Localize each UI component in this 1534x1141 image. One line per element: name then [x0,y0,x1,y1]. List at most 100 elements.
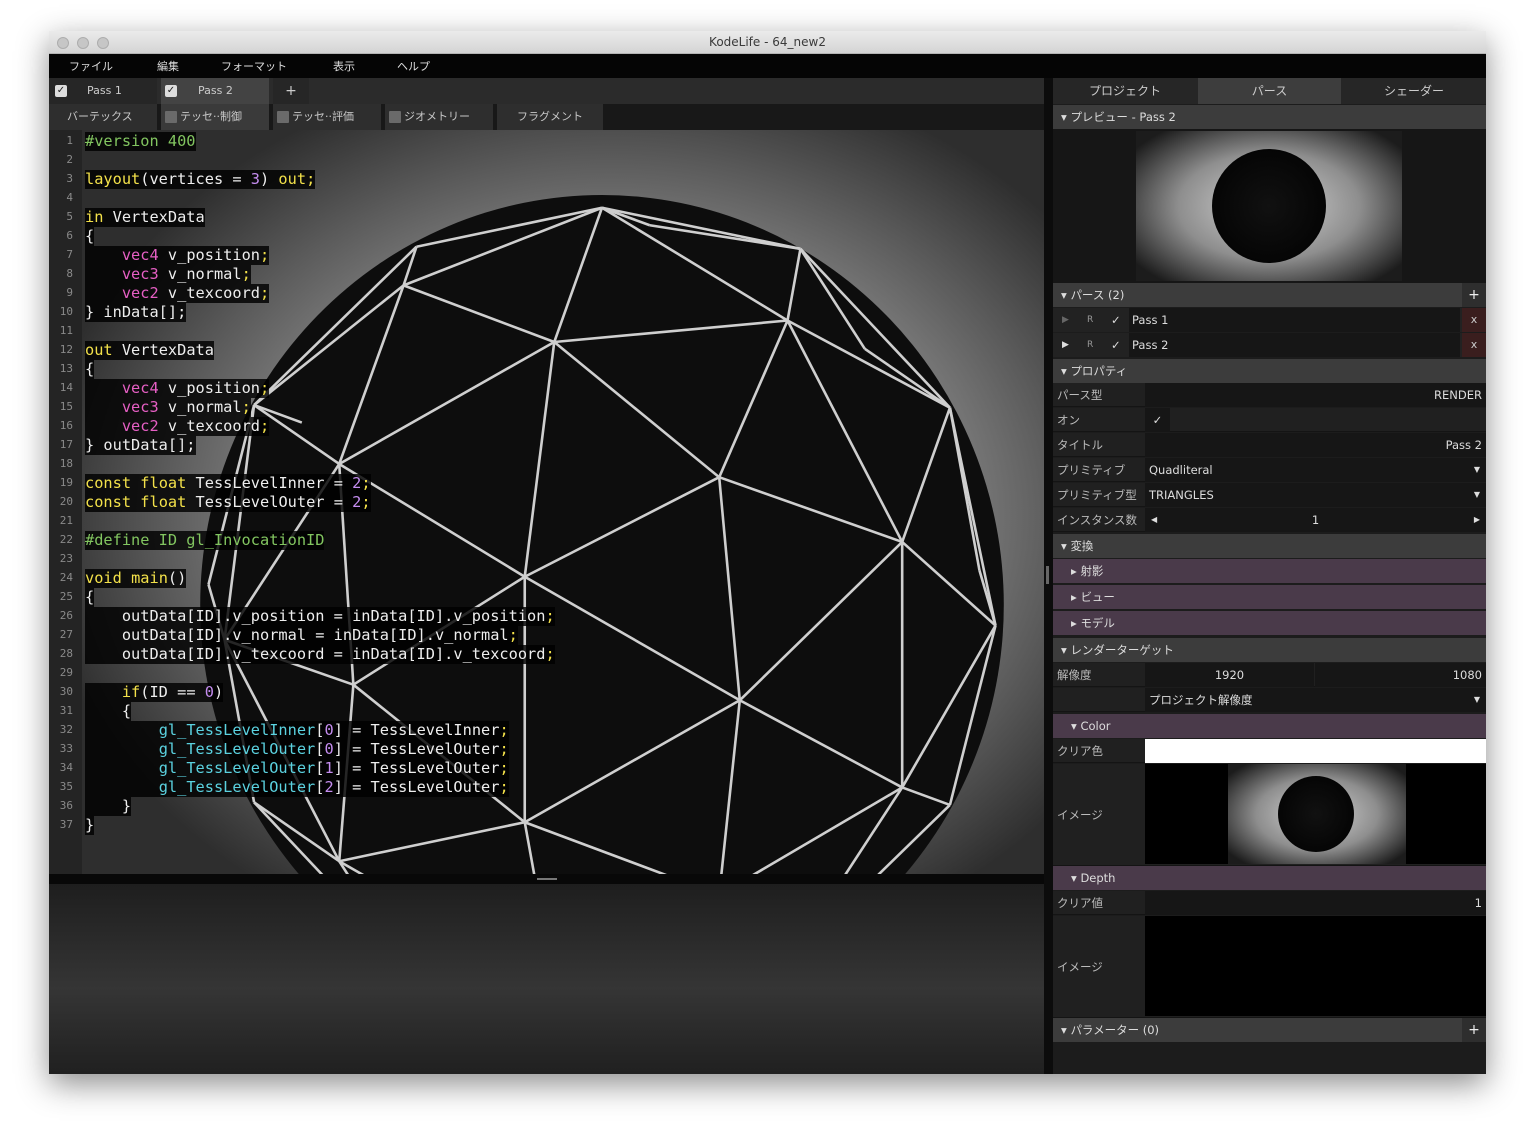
section-title: プロパティ [1070,364,1128,378]
tab-tess-control[interactable]: テッセ··制御 [161,104,269,130]
code-line[interactable]: out VertexData [85,341,214,360]
resolution-mode-select[interactable]: プロジェクト解像度 ▼ [1145,688,1486,712]
tab-shader[interactable]: シェーダー [1342,78,1486,104]
line-number: 29 [59,666,73,679]
properties-section-header[interactable]: ▾ プロパティ [1053,359,1486,383]
code-line[interactable]: outData[ID].v_texcoord = inData[ID].v_te… [85,645,555,664]
primitive-select[interactable]: Quadliteral ▼ [1145,458,1486,482]
clear-color-swatch[interactable] [1145,739,1486,763]
tab-pass-2[interactable]: ✓ Pass 2 [161,78,269,104]
render-flag[interactable]: R [1087,308,1093,332]
tab-tess-eval[interactable]: テッセ··評価 [273,104,381,130]
pass-type-row: パース型 RENDER [1053,383,1486,407]
code-line[interactable]: layout(vertices = 3) out; [85,170,316,189]
checkmark-icon[interactable]: ✓ [1111,308,1121,332]
code-line[interactable]: { [85,227,95,246]
code-line[interactable]: } inData[]; [85,303,187,322]
render-target-section-header[interactable]: ▾ レンダーターゲット [1053,638,1486,662]
instances-stepper[interactable]: ◀ 1 ▶ [1145,508,1486,532]
code-line[interactable]: } outData[]; [85,436,196,455]
passes-section-header[interactable]: ▾ パース (2) [1053,283,1462,307]
menu-view[interactable]: 表示 [333,58,355,74]
parameters-section-header[interactable]: ▾ パラメーター (0) [1053,1018,1462,1042]
code-line[interactable]: vec2 v_texcoord; [85,417,270,436]
tess-eval-enable-checkbox[interactable] [277,111,289,123]
code-line[interactable]: vec3 v_normal; [85,398,251,417]
color-image-preview [1145,764,1486,864]
remove-pass-button[interactable]: x [1462,308,1486,332]
menu-help[interactable]: ヘルプ [397,58,430,74]
decrement-arrow-icon[interactable]: ◀ [1151,508,1157,532]
code-line[interactable]: } [85,816,95,835]
code-line[interactable]: gl_TessLevelInner[0] = TessLevelInner; [85,721,509,740]
increment-arrow-icon[interactable]: ▶ [1474,508,1480,532]
code-line[interactable]: { [85,702,132,721]
tab-geometry[interactable]: ジオメトリー [385,104,493,130]
code-line[interactable]: gl_TessLevelOuter[0] = TessLevelOuter; [85,740,509,759]
line-number: 6 [66,229,73,242]
view-item[interactable]: ▸ ビュー [1053,585,1486,609]
code-line[interactable]: vec4 v_position; [85,379,270,398]
code-line[interactable]: const float TessLevelInner = 2; [85,474,371,493]
splitter-handle[interactable] [537,878,557,880]
remove-pass-button[interactable]: x [1462,333,1486,357]
checkmark-icon[interactable]: ✓ [1111,333,1121,357]
pass-row-1[interactable]: ▶ R ✓ Pass 1 x [1053,308,1486,332]
code-line[interactable]: gl_TessLevelOuter[2] = TessLevelOuter; [85,778,509,797]
pass-2-enable-checkbox[interactable]: ✓ [165,85,177,97]
editor-splitter[interactable] [49,874,1044,884]
code-line[interactable]: { [85,588,95,607]
code-line[interactable]: outData[ID].v_position = inData[ID].v_po… [85,607,555,626]
menu-edit[interactable]: 編集 [157,58,179,74]
code-line[interactable]: vec4 v_position; [85,246,270,265]
play-icon[interactable]: ▶ [1062,333,1069,357]
clear-value-input[interactable]: 1 [1145,891,1486,915]
pass-row-2[interactable]: ▶ R ✓ Pass 2 x [1053,333,1486,357]
code-line[interactable]: gl_TessLevelOuter[1] = TessLevelOuter; [85,759,509,778]
pass-name[interactable]: Pass 2 [1129,333,1460,357]
code-line[interactable]: } [85,797,132,816]
panel-divider[interactable] [1044,78,1053,1074]
render-flag[interactable]: R [1087,333,1093,357]
geometry-enable-checkbox[interactable] [389,111,401,123]
primitive-row: プリミティブ Quadliteral ▼ [1053,458,1486,482]
tab-vertex[interactable]: バーテックス [49,104,157,130]
add-pass-button[interactable]: + [1462,283,1486,307]
projection-item[interactable]: ▸ 射影 [1053,559,1486,583]
tab-project[interactable]: プロジェクト [1053,78,1197,104]
tab-pass-1[interactable]: ✓ Pass 1 [49,78,157,104]
code-line[interactable]: #define ID gl_InvocationID [85,531,325,550]
code-line[interactable]: outData[ID].v_normal = inData[ID].v_norm… [85,626,518,645]
pass-1-enable-checkbox[interactable]: ✓ [55,85,67,97]
preview-section-header[interactable]: ▾ プレビュー - Pass 2 [1053,105,1486,129]
tab-pass[interactable]: パース [1198,78,1341,104]
code-line[interactable]: in VertexData [85,208,205,227]
preview-area [1053,129,1486,283]
code-line[interactable]: if(ID == 0) [85,683,224,702]
color-section-header[interactable]: ▾ Color [1053,714,1486,738]
resolution-height[interactable]: 1080 [1315,663,1486,687]
code-line[interactable]: vec2 v_texcoord; [85,284,270,303]
menu-format[interactable]: フォーマット [221,58,287,74]
resolution-width[interactable]: 1920 [1145,663,1314,687]
add-parameter-button[interactable]: + [1462,1018,1486,1042]
code-line[interactable]: void main() [85,569,187,588]
menu-file[interactable]: ファイル [69,58,113,74]
primitive-type-select[interactable]: TRIANGLES ▼ [1145,483,1486,507]
add-pass-tab-button[interactable]: + [273,78,309,104]
pass-name[interactable]: Pass 1 [1129,308,1460,332]
code-line[interactable]: { [85,360,95,379]
code-line[interactable]: const float TessLevelOuter = 2; [85,493,371,512]
code-line[interactable]: vec3 v_normal; [85,265,251,284]
title-input[interactable]: Pass 2 [1145,433,1486,457]
code-line[interactable]: #version 400 [85,132,196,151]
play-icon[interactable]: ▶ [1062,308,1069,332]
tess-control-enable-checkbox[interactable] [165,111,177,123]
item-label: ビュー [1080,590,1115,604]
on-checkbox[interactable]: ✓ [1145,408,1170,432]
model-item[interactable]: ▸ モデル [1053,611,1486,635]
tab-fragment[interactable]: フラグメント [497,104,603,130]
depth-section-header[interactable]: ▾ Depth [1053,866,1486,890]
divider-handle[interactable] [1046,566,1049,584]
transform-section-header[interactable]: ▾ 変換 [1053,534,1486,558]
